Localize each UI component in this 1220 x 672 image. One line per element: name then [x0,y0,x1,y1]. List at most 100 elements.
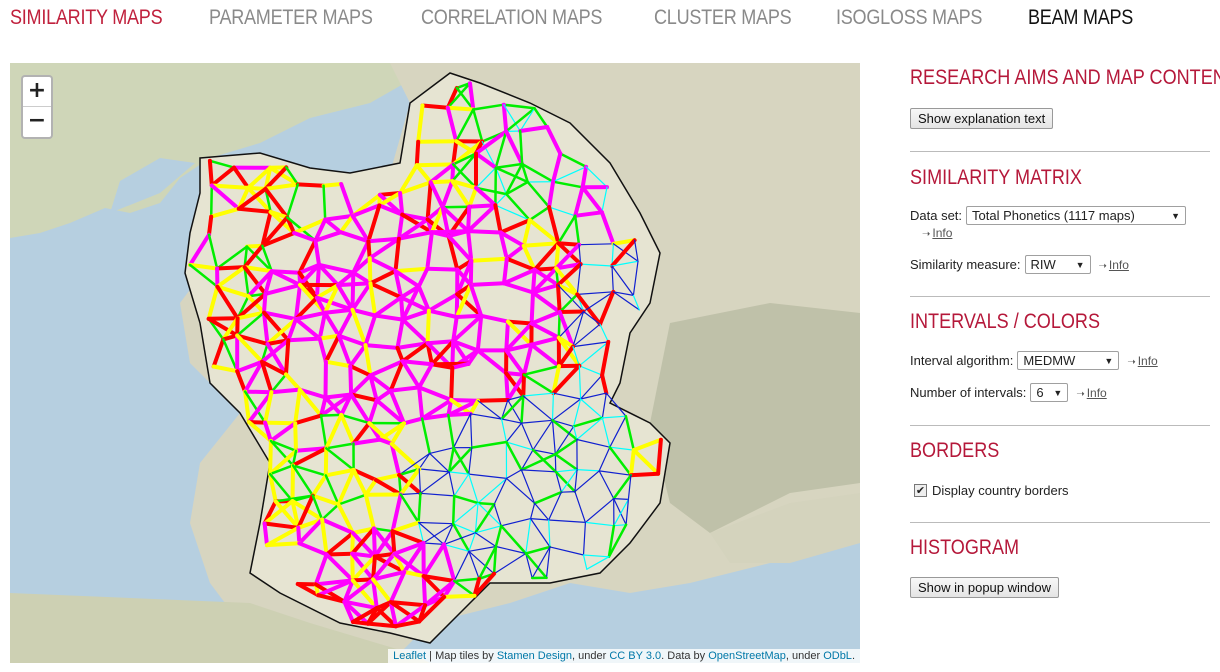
beam-segment [207,214,214,237]
attribution-text-4: , under [785,650,824,662]
research-title: RESEARCH AIMS AND MAP CONTENTS [910,66,1220,89]
measure-info-label: Info [1108,257,1129,272]
beam-segment [348,364,354,397]
beam-segment [425,308,431,346]
algorithm-select[interactable]: MEDMW ▼ [1017,351,1120,370]
measure-value: RIW [1030,257,1056,272]
beam-segment [554,453,557,473]
beam-segment [656,437,663,476]
algorithm-row: Interval algorithm: MEDMW ▼ ➝ Info [910,351,1158,370]
beam-segment [416,139,459,144]
beam-segment [269,387,302,395]
tab-similarity-maps[interactable]: SIMILARITY MAPS [10,6,163,30]
borders-row: ✔ Display country borders [914,483,1069,498]
tab-correlation-maps[interactable]: CORRELATION MAPS [421,6,602,30]
beam-segment [323,446,329,478]
beam-segment [442,593,477,599]
matrix-title: SIMILARITY MATRIX [910,166,1082,189]
beam-segment [290,463,295,504]
beam-segment [321,182,344,188]
interval-count-info-label: Info [1086,385,1107,400]
beam-segment [560,491,576,493]
beam-segment [529,290,535,326]
borders-title: BORDERS [910,439,1000,462]
beam-segment [324,551,355,557]
interval-count-label: Number of intervals: [910,385,1027,400]
interval-count-info-link[interactable]: ➝ Info [1076,386,1106,400]
algorithm-label: Interval algorithm: [910,353,1014,368]
measure-info-link[interactable]: ➝ Info [1099,258,1129,272]
beam-segment [367,256,373,286]
beam-segment [365,621,398,629]
map-attribution: Leaflet | Map tiles by Stamen Design, un… [388,649,860,663]
beam-segment [476,501,496,506]
beam-segment [446,411,473,417]
measure-label: Similarity measure: [910,257,1021,272]
show-popup-button[interactable]: Show in popup window [910,577,1059,598]
tab-cluster-maps[interactable]: CLUSTER MAPS [654,6,792,30]
beam-segment [428,179,455,185]
measure-select[interactable]: RIW ▼ [1024,255,1091,274]
divider [910,151,1210,152]
zoom-control: + − [21,75,53,139]
beam-segment [314,262,321,300]
beam-segment [521,372,526,398]
beam-segment [207,158,214,188]
beam-segment [262,521,269,548]
intervals-title: INTERVALS / COLORS [910,310,1101,333]
zoom-out-button[interactable]: − [23,107,51,137]
beam-segment [628,471,661,478]
beam-segment [262,291,268,315]
zoom-in-button[interactable]: + [23,77,51,107]
stamen-link[interactable]: Stamen Design [497,650,572,662]
beam-segment [468,281,506,287]
algorithm-value: MEDMW [1023,353,1076,368]
beam-segment [206,316,240,321]
tab-parameter-maps[interactable]: PARAMETER MAPS [209,6,373,30]
dataset-value: Total Phonetics (1117 maps) [972,208,1135,223]
top-navigation: SIMILARITY MAPS PARAMETER MAPS CORRELATI… [10,6,1172,30]
arrow-right-icon: ➝ [922,229,931,240]
dataset-label: Data set: [910,208,963,223]
interval-count-value: 6 [1036,385,1044,400]
tab-isogloss-maps[interactable]: ISOGLOSS MAPS [836,6,982,30]
display-borders-checkbox[interactable]: ✔ [914,484,927,497]
divider [910,425,1210,426]
beam-segment [414,162,456,168]
beam-segment [420,103,450,110]
tab-beam-maps[interactable]: BEAM MAPS [1028,6,1133,30]
display-borders-label: Display country borders [932,483,1069,498]
beam-map-canvas[interactable] [10,63,860,663]
beam-segment [263,420,298,426]
beam-segment [502,256,509,286]
map-view[interactable]: + − Leaflet | Map tiles by Stamen Design… [10,63,860,663]
checkmark-icon: ✔ [915,485,926,497]
beam-segment [414,139,421,168]
beam-segment [322,184,327,221]
odbl-link[interactable]: ODbL [823,650,852,662]
beam-segment [476,398,510,403]
beam-segment [243,389,274,395]
attribution-text-2: , under [572,650,610,662]
divider [910,522,1210,523]
show-explanation-button[interactable]: Show explanation text [910,108,1054,129]
beam-segment [393,266,430,274]
beam-segment [556,283,562,314]
ccby-link[interactable]: CC BY 3.0 [609,650,661,662]
arrow-right-icon: ➝ [1127,356,1136,368]
beam-segment [286,336,322,343]
beam-segment [350,270,356,312]
interval-count-select[interactable]: 6 ▼ [1030,383,1069,402]
beam-segment [295,182,326,188]
beam-segment [363,343,400,350]
attribution-text-3: . Data by [661,650,709,662]
beam-segment [445,105,476,112]
beam-segment [557,309,586,314]
dataset-info-row: ➝ Info [914,226,952,240]
leaflet-link[interactable]: Leaflet [393,650,426,662]
dataset-select[interactable]: Total Phonetics (1117 maps) ▼ [966,206,1187,225]
algorithm-info-link[interactable]: ➝ Info [1127,354,1157,368]
osm-link[interactable]: OpenStreetMap [708,650,786,662]
dataset-info-link[interactable]: ➝ Info [922,226,952,240]
beam-segment [421,574,428,608]
